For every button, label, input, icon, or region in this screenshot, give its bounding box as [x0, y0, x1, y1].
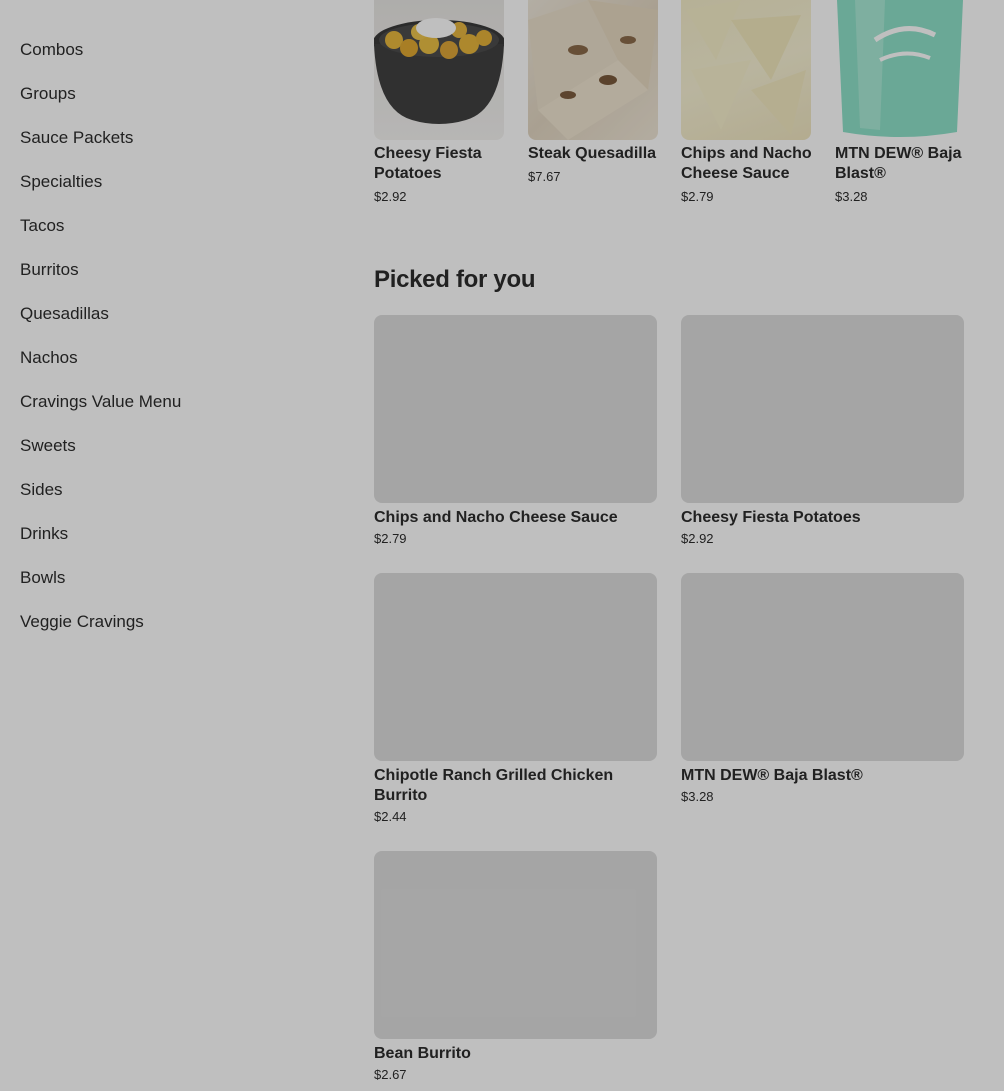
item-image-placeholder: [374, 315, 657, 503]
menu-item-name: Chips and Nacho Cheese Sauce: [374, 509, 618, 526]
item-image-placeholder: [374, 851, 657, 1039]
picked-item-card[interactable]: Cheesy Fiesta Potatoes $2.92: [681, 315, 964, 555]
picked-item-card[interactable]: Chipotle Ranch Grilled Chicken Burrito $…: [374, 573, 657, 833]
cheesy-fiesta-potatoes-image: [374, 0, 504, 140]
picked-for-you-heading: Picked for you: [374, 266, 536, 293]
picked-item-card[interactable]: Chips and Nacho Cheese Sauce $2.79: [374, 315, 657, 555]
menu-item-name: Steak Quesadilla: [528, 145, 657, 162]
picked-item-card[interactable]: Bean Burrito $2.67: [374, 851, 657, 1086]
menu-item-name: Bean Burrito: [374, 1045, 471, 1062]
item-image-placeholder: [681, 573, 964, 761]
steak-quesadilla-image: [528, 0, 658, 140]
item-image-placeholder: [374, 573, 657, 761]
menu-item-price: $3.28: [681, 789, 714, 804]
chips-and-nacho-cheese-sauce-image: [681, 0, 811, 140]
mtn-dew-baja-blast-image: [835, 0, 965, 140]
picked-item-card[interactable]: MTN DEW® Baja Blast® $3.28: [681, 573, 964, 813]
menu-item-price: $2.79: [681, 189, 714, 204]
menu-item-price: $2.44: [374, 809, 407, 824]
menu-item-price: $2.92: [681, 531, 714, 546]
menu-item-name: Cheesy Fiesta Potatoes: [374, 145, 482, 182]
menu-item-price: $3.28: [835, 189, 868, 204]
menu-item-price: $2.79: [374, 531, 407, 546]
menu-item-name: Cheesy Fiesta Potatoes: [681, 509, 861, 526]
menu-item-name: Chipotle Ranch Grilled Chicken Burrito: [374, 767, 614, 804]
item-image-placeholder: [681, 315, 964, 503]
menu-item-name: Chips and Nacho Cheese Sauce: [681, 145, 812, 182]
menu-item-price: $7.67: [528, 169, 561, 184]
menu-item-name: MTN DEW® Baja Blast®: [681, 767, 863, 784]
menu-item-name: MTN DEW® Baja Blast®: [835, 145, 962, 182]
menu-item-price: $2.92: [374, 189, 407, 204]
menu-item-price: $2.67: [374, 1067, 407, 1082]
menu-content: Cheesy Fiesta Potatoes $2.92 Steak Quesa…: [0, 0, 1004, 1091]
